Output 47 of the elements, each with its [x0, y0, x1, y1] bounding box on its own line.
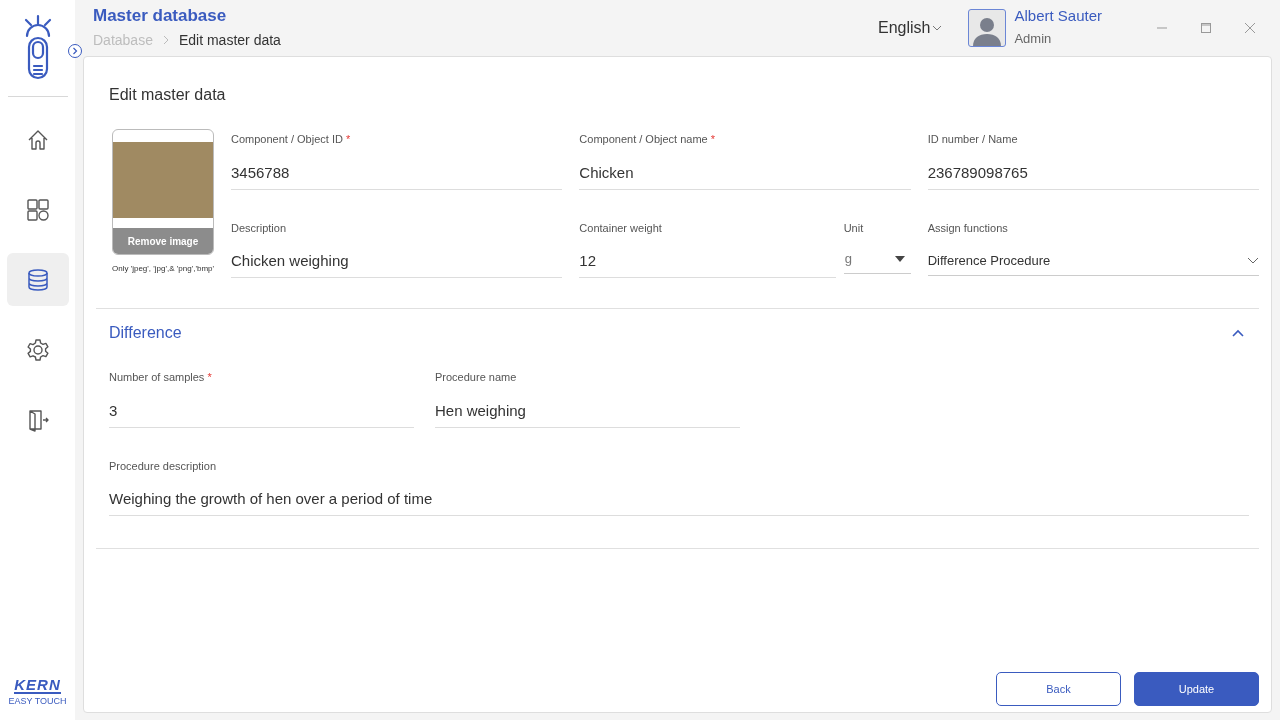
back-button[interactable]: Back	[996, 672, 1121, 706]
close-icon	[1244, 22, 1256, 34]
settings-icon	[25, 337, 50, 362]
language-dropdown[interactable]: English	[877, 16, 943, 40]
text-field[interactable]: Chicken weighing	[231, 244, 563, 278]
text-field[interactable]: Hen weighing	[435, 393, 740, 428]
field-label: ID number / Name	[927, 132, 1018, 147]
chevron-up-icon	[1232, 329, 1244, 337]
user-name: Albert Sauter	[1014, 7, 1102, 27]
breadcrumb-link[interactable]: Edit master data	[178, 29, 281, 51]
maximize-icon	[1200, 22, 1212, 34]
chevron-right-icon	[162, 35, 169, 46]
field-label: Component / Object name	[579, 132, 708, 147]
text-field[interactable]: Weighing the growth of hen over a period of time	[109, 482, 1249, 516]
field-label: Description	[231, 220, 287, 236]
brand-tagline: EASY TOUCH	[8, 697, 67, 706]
user-role: Admin	[1014, 30, 1053, 49]
field-label: Procedure name	[435, 370, 517, 385]
grid-icon	[25, 197, 50, 222]
database-icon	[25, 267, 50, 292]
text-field[interactable]: 236789098765	[927, 155, 1259, 190]
field-label: Component / Object ID	[231, 132, 343, 147]
text-field[interactable]: 3456788	[231, 155, 563, 190]
file-type-hint: Only 'jpeg', 'jpg',& 'png','bmp'	[111, 263, 215, 275]
text-field[interactable]: 3	[109, 393, 414, 428]
update-button[interactable]: Update	[1134, 672, 1259, 706]
field-label: Unit	[843, 220, 864, 236]
chevron-down-icon	[932, 25, 943, 31]
brand-logo: KERN	[14, 677, 61, 694]
expand-sidebar-button[interactable]	[68, 44, 82, 58]
chevron-down-icon	[1247, 257, 1259, 264]
field-label: Container weight	[579, 220, 662, 236]
chevron-right-icon	[72, 47, 78, 55]
field-label: Assign functions	[927, 220, 1008, 236]
text-field[interactable]: 12	[579, 244, 836, 278]
functions-dropdown[interactable]: Difference Procedure	[927, 246, 1259, 276]
unit-select[interactable]: g	[843, 244, 911, 274]
page-title: Master database	[93, 5, 228, 27]
required-mark: *	[207, 370, 212, 385]
form-title: Edit master data	[109, 85, 227, 105]
required-mark: *	[710, 132, 715, 147]
field-label: Procedure description	[109, 458, 216, 474]
text-field[interactable]: Chicken	[579, 155, 911, 190]
section-title: Difference	[109, 323, 182, 343]
required-mark: *	[345, 132, 351, 147]
field-label: Number of samples	[109, 370, 205, 385]
caret-down-icon	[894, 255, 905, 262]
